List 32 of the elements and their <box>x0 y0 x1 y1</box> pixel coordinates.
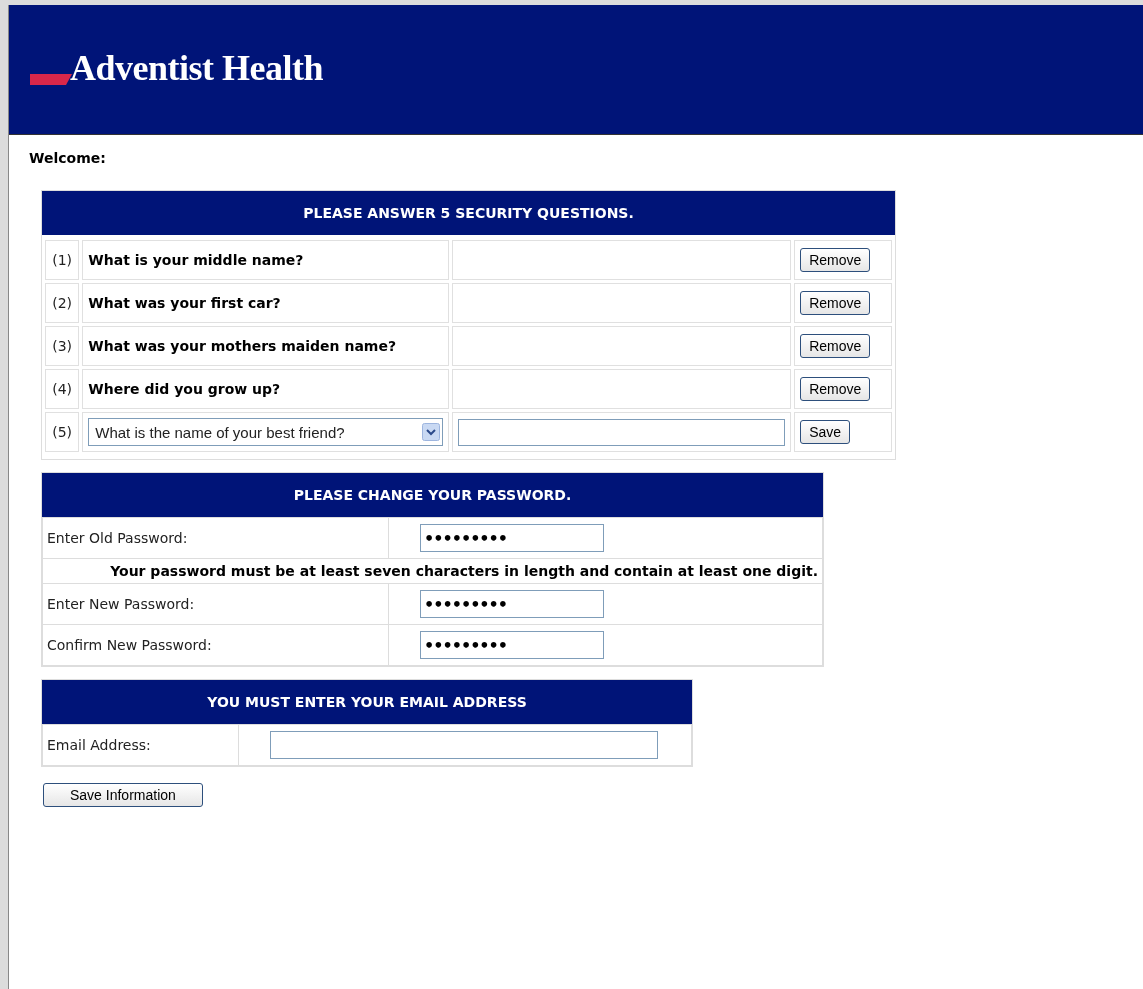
question-text: What was your mothers maiden name? <box>82 326 450 366</box>
password-field[interactable]: ••••••••• <box>420 590 604 618</box>
answer-field[interactable] <box>458 418 786 446</box>
remove-button[interactable]: Remove <box>800 248 871 272</box>
welcome-text: Welcome: <box>29 150 107 166</box>
question-text: What was your first car? <box>82 283 450 323</box>
password-field[interactable]: ••••••••• <box>420 524 604 552</box>
question-number: (1) <box>45 240 80 280</box>
caret-icon <box>422 423 441 441</box>
question-dropdown[interactable]: What is the name of your best friend? <box>88 418 444 446</box>
remove-button[interactable]: Remove <box>800 377 871 401</box>
logo-text: Adventist Health <box>70 46 323 89</box>
password-field[interactable]: ••••••••• <box>420 631 604 659</box>
question-number: (2) <box>45 283 80 323</box>
field-label: Enter Old Password: <box>42 517 389 559</box>
password-requirements: Your password must be at least seven characters in length and contain at least one digit. <box>42 558 823 584</box>
remove-button[interactable]: Remove <box>800 334 871 358</box>
field-label: Enter New Password: <box>42 583 389 625</box>
question-text: What is your middle name? <box>82 240 450 280</box>
field-label: Email Address: <box>42 724 239 766</box>
question-number: (4) <box>45 369 80 409</box>
question-number: (3) <box>45 326 80 366</box>
save-button[interactable]: Save <box>800 420 851 444</box>
question-number: (5) <box>45 412 80 452</box>
save-information-button[interactable]: Save Information <box>43 783 203 807</box>
remove-button[interactable]: Remove <box>800 291 871 315</box>
email-field[interactable] <box>270 731 658 759</box>
panel-title: PLEASE ANSWER 5 SECURITY QUESTIONS. <box>42 191 895 235</box>
panel-title: PLEASE CHANGE YOUR PASSWORD. <box>42 473 823 517</box>
question-text: Where did you grow up? <box>82 369 450 409</box>
panel-title: YOU MUST ENTER YOUR EMAIL ADDRESS <box>42 680 692 724</box>
field-label: Confirm New Password: <box>42 624 389 666</box>
